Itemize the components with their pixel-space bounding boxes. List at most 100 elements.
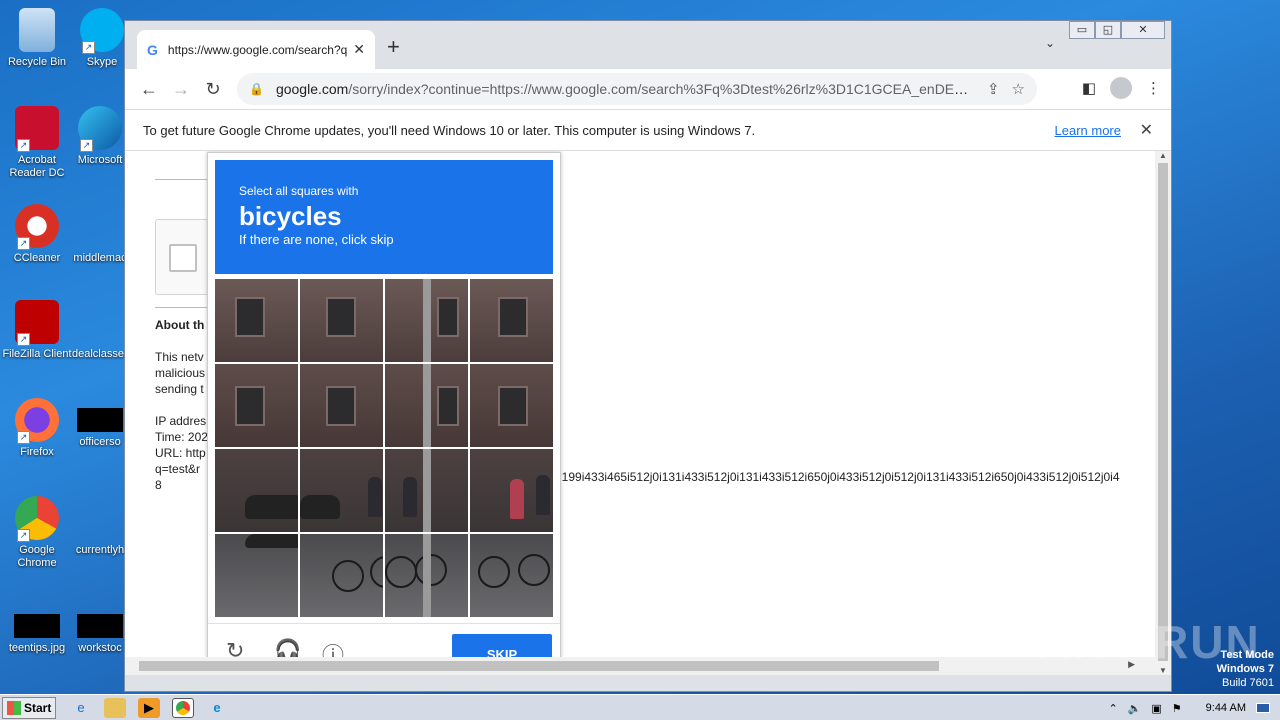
network-icon[interactable]: ▣ — [1151, 702, 1161, 715]
horizontal-scrollbar[interactable]: ▶ — [125, 657, 1155, 675]
address-bar[interactable]: 🔒 google.com/sorry/index?continue=https:… — [237, 73, 1037, 105]
divider — [155, 307, 215, 308]
request-details: IP addres Time: 202 URL: http q=test&r 8 — [155, 414, 208, 492]
show-desktop-icon[interactable] — [1256, 703, 1270, 713]
file-explorer-icon[interactable] — [104, 697, 126, 718]
image-tile[interactable] — [215, 534, 298, 617]
media-player-icon[interactable]: ▶ — [138, 697, 160, 718]
close-window-button[interactable]: ✕ — [1121, 21, 1165, 39]
scrollbar-thumb[interactable] — [139, 661, 939, 671]
bookmark-star-icon[interactable]: ☆ — [1012, 80, 1025, 98]
tab-search-chevron-icon[interactable]: ⌄ — [1045, 36, 1055, 50]
acrobat-icon: ↗ — [15, 106, 59, 152]
profile-avatar-icon[interactable] — [1110, 77, 1132, 99]
desktop-icon-acrobat[interactable]: ↗ Acrobat Reader DC — [0, 106, 74, 180]
challenge-instruction: Select all squares with — [239, 184, 359, 198]
internet-explorer-icon[interactable]: e — [70, 698, 92, 718]
test-mode-watermark: Test Mode Windows 7 Build 7601 — [1216, 649, 1274, 689]
desktop-icon-chrome[interactable]: ↗ Google Chrome — [0, 496, 74, 570]
image-tile[interactable] — [215, 364, 298, 447]
recycle-bin-icon — [19, 8, 55, 52]
image-tile[interactable] — [470, 279, 553, 362]
image-tile[interactable] — [385, 534, 468, 617]
learn-more-link[interactable]: Learn more — [1055, 123, 1121, 138]
clock[interactable]: 9:44 AM — [1206, 702, 1246, 714]
maximize-button[interactable]: ◱ — [1095, 21, 1121, 39]
share-icon[interactable]: ⇪ — [987, 80, 1000, 98]
desktop-icon-filezilla[interactable]: ↗ FileZilla Client — [0, 300, 74, 361]
menu-kebab-icon[interactable]: ⋮ — [1146, 79, 1161, 97]
desktop-icon-firefox[interactable]: ↗ Firefox — [0, 398, 74, 459]
image-tile[interactable] — [385, 449, 468, 532]
show-hidden-icons-chevron-icon[interactable]: ⌃ — [1108, 702, 1117, 715]
file-thumbnail-icon — [77, 614, 123, 638]
desktop-icon-recycle-bin[interactable]: Recycle Bin — [0, 8, 74, 69]
start-button[interactable]: Start — [2, 696, 56, 719]
desktop-icon-dealclasses[interactable]: dealclasses — [72, 300, 129, 361]
taskbar: Start e ▶ e ⌃ 🔈 ▣ ⚑ 9:44 AM — [0, 694, 1280, 720]
browser-toolbar: ← → ↻ 🔒 google.com/sorry/index?continue=… — [125, 69, 1171, 109]
challenge-header: Select all squares with bicycles If ther… — [215, 160, 553, 274]
chrome-icon: ↗ — [15, 496, 59, 542]
new-tab-button[interactable]: + — [387, 34, 400, 60]
tab-close-icon[interactable]: ✕ — [353, 41, 365, 58]
desktop-icon-teentips[interactable]: teentips.jpg — [0, 604, 74, 655]
image-tile[interactable] — [385, 364, 468, 447]
vertical-scrollbar[interactable]: ▲ ▼ — [1155, 151, 1171, 675]
google-favicon-icon: G — [147, 41, 158, 58]
desktop-icon-ccleaner[interactable]: ↗ CCleaner — [0, 204, 74, 265]
scrollbar-thumb[interactable] — [1158, 163, 1168, 661]
divider — [155, 179, 215, 180]
chrome-taskbar-icon[interactable] — [172, 697, 194, 718]
scroll-up-arrow-icon[interactable]: ▲ — [1159, 151, 1167, 160]
desktop-icon-skype[interactable]: ↗ Skype — [72, 8, 132, 69]
back-arrow-icon[interactable]: ← — [133, 79, 165, 100]
page-content: About th This netv malicious sending t I… — [125, 151, 1155, 675]
recaptcha-checkbox[interactable] — [169, 244, 197, 272]
edge-icon: ↗ — [78, 106, 122, 152]
url-text[interactable]: google.com/sorry/index?continue=https://… — [276, 81, 975, 97]
forward-arrow-icon[interactable]: → — [165, 79, 197, 100]
image-tile[interactable] — [300, 449, 383, 532]
desktop-icon-middlemac[interactable]: middlemac — [72, 204, 128, 265]
minimize-button[interactable]: ▭ — [1069, 21, 1095, 39]
image-tile[interactable] — [470, 364, 553, 447]
filezilla-icon: ↗ — [15, 300, 59, 346]
tab-title: https://www.google.com/search?q= — [167, 42, 348, 57]
recaptcha-challenge: Select all squares with bicycles If ther… — [207, 152, 561, 675]
chrome-window: G https://www.google.com/search?q= ✕ + ⌄… — [124, 20, 1172, 692]
infobar-close-icon[interactable]: ✕ — [1140, 120, 1153, 140]
desktop-icon-edge[interactable]: ↗ Microsoft — [72, 106, 128, 167]
desktop-icon-workstoc[interactable]: workstoc — [72, 604, 128, 655]
ccleaner-icon: ↗ — [15, 204, 59, 250]
desktop-icon-currentlyh[interactable]: currentlyh — [72, 496, 128, 557]
update-infobar: To get future Google Chrome updates, you… — [125, 109, 1171, 151]
image-tile[interactable] — [215, 449, 298, 532]
file-icon — [78, 300, 122, 344]
image-tile[interactable] — [385, 279, 468, 362]
window-controls: ▭ ◱ ✕ — [1069, 21, 1165, 39]
challenge-hint: If there are none, click skip — [239, 232, 394, 247]
image-tile[interactable] — [300, 279, 383, 362]
side-panel-icon[interactable]: ◧ — [1082, 79, 1096, 97]
desktop-icon-officerso[interactable]: officerso — [72, 398, 128, 449]
image-tile[interactable] — [470, 449, 553, 532]
reload-icon[interactable]: ↻ — [197, 79, 229, 100]
infobar-message: To get future Google Chrome updates, you… — [143, 122, 756, 138]
browser-tab[interactable]: G https://www.google.com/search?q= ✕ — [137, 30, 375, 69]
volume-icon[interactable]: 🔈 — [1128, 702, 1142, 715]
body-text: This netv malicious sending t — [155, 350, 206, 396]
image-tile[interactable] — [300, 534, 383, 617]
recaptcha-checkbox-widget — [155, 219, 215, 295]
edge-taskbar-icon[interactable]: e — [206, 698, 228, 718]
url-query-overflow-text: i199i433i465i512j0i131i433i512j0i131i433… — [559, 470, 1120, 484]
image-thumbnail-icon — [14, 614, 60, 638]
image-tile[interactable] — [300, 364, 383, 447]
image-tile[interactable] — [215, 279, 298, 362]
skype-icon: ↗ — [80, 8, 124, 54]
challenge-target: bicycles — [239, 201, 342, 231]
system-tray: ⌃ 🔈 ▣ ⚑ 9:44 AM — [1108, 695, 1280, 720]
action-center-flag-icon[interactable]: ⚑ — [1172, 702, 1182, 715]
image-grid — [215, 279, 553, 617]
image-tile[interactable] — [470, 534, 553, 617]
